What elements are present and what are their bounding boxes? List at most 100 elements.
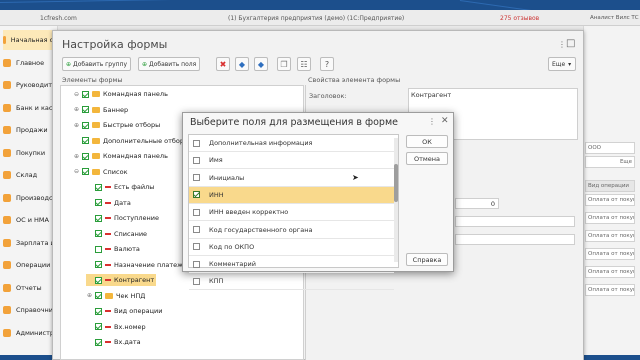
move-down-icon[interactable]: ◆ bbox=[254, 57, 268, 71]
tree-row[interactable]: Списание bbox=[86, 228, 147, 240]
field-option[interactable]: Инициалы bbox=[189, 170, 394, 187]
checkbox[interactable] bbox=[82, 152, 89, 160]
checkbox[interactable] bbox=[95, 292, 102, 299]
expand-icon[interactable]: ⊖ bbox=[73, 168, 80, 175]
checkbox[interactable] bbox=[95, 245, 102, 253]
tree-row[interactable]: Вид операции bbox=[86, 305, 162, 317]
expand-icon[interactable]: ⊕ bbox=[73, 153, 80, 160]
expand-icon[interactable]: ⊕ bbox=[73, 106, 80, 113]
checkbox[interactable] bbox=[95, 307, 102, 315]
help-icon[interactable]: ? bbox=[320, 57, 334, 71]
tree-row[interactable]: ⊖ Командная панель bbox=[73, 88, 168, 100]
field-option[interactable]: КПП bbox=[189, 273, 394, 291]
field-option[interactable]: Код по ОКПО bbox=[189, 239, 394, 256]
tree-row[interactable]: ⊕ Командная панель bbox=[73, 150, 168, 162]
list-row[interactable]: Оплата от покуп bbox=[585, 212, 635, 224]
list-row[interactable]: Оплата от покуп bbox=[585, 248, 635, 260]
sidebar-item[interactable]: Банк и кас bbox=[3, 98, 57, 118]
tree-row[interactable]: Есть файлы bbox=[86, 181, 154, 193]
sidebar-item[interactable]: Руководит bbox=[3, 75, 57, 95]
tree-row[interactable]: Вх.номер bbox=[86, 321, 146, 333]
checkbox[interactable] bbox=[95, 261, 102, 268]
add-group-button[interactable]: ⊕ Добавить группу bbox=[62, 57, 132, 71]
field-option[interactable]: Имя bbox=[189, 152, 394, 170]
checkbox[interactable] bbox=[193, 277, 200, 285]
field-option[interactable]: ИНН введен корректно bbox=[189, 204, 394, 222]
tree-row[interactable]: Поступление bbox=[86, 212, 159, 224]
checkbox[interactable] bbox=[82, 137, 89, 144]
dialog-menu-icon[interactable]: ⋮ bbox=[428, 117, 436, 126]
scrollbar-thumb[interactable] bbox=[394, 164, 398, 202]
maximize-icon[interactable]: □ bbox=[566, 38, 575, 49]
list-row[interactable]: Оплата от покуп bbox=[585, 194, 635, 206]
checkbox[interactable] bbox=[193, 139, 200, 147]
list-row[interactable]: Оплата от покуп bbox=[585, 266, 635, 278]
expand-icon[interactable]: ⊕ bbox=[86, 292, 93, 299]
list-row[interactable]: Оплата от покуп bbox=[585, 230, 635, 242]
checkbox[interactable] bbox=[95, 183, 102, 191]
sidebar-item[interactable]: Операции bbox=[3, 255, 57, 275]
add-fields-button[interactable]: ⊕ Добавить поля bbox=[138, 57, 201, 71]
field-option[interactable]: Дополнительная информация bbox=[189, 135, 394, 152]
list-row[interactable]: Оплата от покуп bbox=[585, 284, 635, 296]
checkbox[interactable] bbox=[193, 191, 200, 199]
expand-icon[interactable]: ⊖ bbox=[73, 91, 80, 98]
field-option[interactable]: ИНН bbox=[189, 186, 394, 204]
tree-row[interactable]: ⊕ Чек НПД bbox=[86, 290, 145, 302]
sidebar-item[interactable]: ОС и НМА bbox=[3, 210, 57, 230]
sidebar-item[interactable]: Зарплата и bbox=[3, 233, 57, 253]
checkbox[interactable] bbox=[193, 208, 200, 216]
field-option[interactable]: Комментарий bbox=[189, 256, 394, 274]
checkbox[interactable] bbox=[193, 226, 200, 233]
column-header-operation[interactable]: Вид операции bbox=[585, 180, 635, 192]
checkbox[interactable] bbox=[82, 90, 89, 98]
expand-icon[interactable]: ⊕ bbox=[73, 122, 80, 129]
checkbox[interactable] bbox=[95, 276, 102, 284]
checkbox[interactable] bbox=[95, 214, 102, 222]
close-icon[interactable]: ✕ bbox=[441, 116, 449, 126]
checkbox[interactable] bbox=[193, 260, 200, 268]
field-option[interactable]: Код государственного органа bbox=[189, 222, 394, 239]
checkbox[interactable] bbox=[193, 174, 200, 182]
org-select[interactable]: ООО bbox=[585, 142, 635, 154]
checkbox[interactable] bbox=[82, 106, 89, 113]
delete-icon[interactable]: ✖ bbox=[216, 57, 230, 71]
sidebar-item[interactable]: Производс bbox=[3, 188, 57, 208]
help-button[interactable]: Справка bbox=[406, 253, 448, 266]
checkbox[interactable] bbox=[95, 199, 102, 206]
checkbox[interactable] bbox=[95, 323, 102, 330]
checkbox[interactable] bbox=[82, 121, 89, 129]
more-button-right[interactable]: Еще bbox=[585, 156, 635, 168]
tree-row[interactable]: Назначение платежа bbox=[86, 259, 187, 271]
property-field[interactable] bbox=[455, 234, 575, 245]
sidebar-item[interactable]: Отчеты bbox=[3, 278, 57, 298]
checkbox[interactable] bbox=[193, 243, 200, 251]
sidebar-item[interactable]: Справочни bbox=[3, 300, 57, 320]
tree-row[interactable]: Вх.дата bbox=[86, 336, 141, 348]
tree-row[interactable]: ⊖ Список bbox=[73, 166, 128, 178]
sidebar-item[interactable]: Администр bbox=[3, 323, 57, 343]
cancel-button[interactable]: Отмена bbox=[406, 152, 448, 165]
tree-row[interactable]: Дополнительные отборы bbox=[73, 135, 189, 147]
sidebar-item[interactable]: Главное bbox=[3, 53, 57, 73]
tree-row[interactable]: Дата bbox=[86, 197, 131, 209]
tree-row[interactable]: ⊕ Быстрые отборы bbox=[73, 119, 160, 131]
sidebar-item[interactable]: Склад bbox=[3, 165, 57, 185]
ok-button[interactable]: ОК bbox=[406, 135, 448, 148]
menu-icon[interactable]: ⋮ bbox=[558, 40, 566, 49]
tree-row[interactable]: Контрагент bbox=[86, 274, 156, 286]
tree-row[interactable]: Валюта bbox=[86, 243, 140, 255]
tree-row[interactable]: ⊕ Баннер bbox=[73, 104, 128, 116]
checkbox[interactable] bbox=[193, 156, 200, 164]
more-button[interactable]: Еще ▾ bbox=[548, 57, 576, 71]
property-field[interactable] bbox=[455, 216, 575, 227]
checkbox[interactable] bbox=[95, 230, 102, 237]
sidebar-item[interactable]: Начальная ст bbox=[3, 30, 57, 50]
move-up-icon[interactable]: ◆ bbox=[235, 57, 249, 71]
spinner-field[interactable]: 0 bbox=[455, 198, 499, 209]
checkbox[interactable] bbox=[95, 338, 102, 346]
settings-icon[interactable]: ☷ bbox=[297, 57, 311, 71]
copy-icon[interactable]: ❐ bbox=[277, 57, 291, 71]
sidebar-item[interactable]: Продажи bbox=[3, 120, 57, 140]
checkbox[interactable] bbox=[82, 168, 89, 175]
